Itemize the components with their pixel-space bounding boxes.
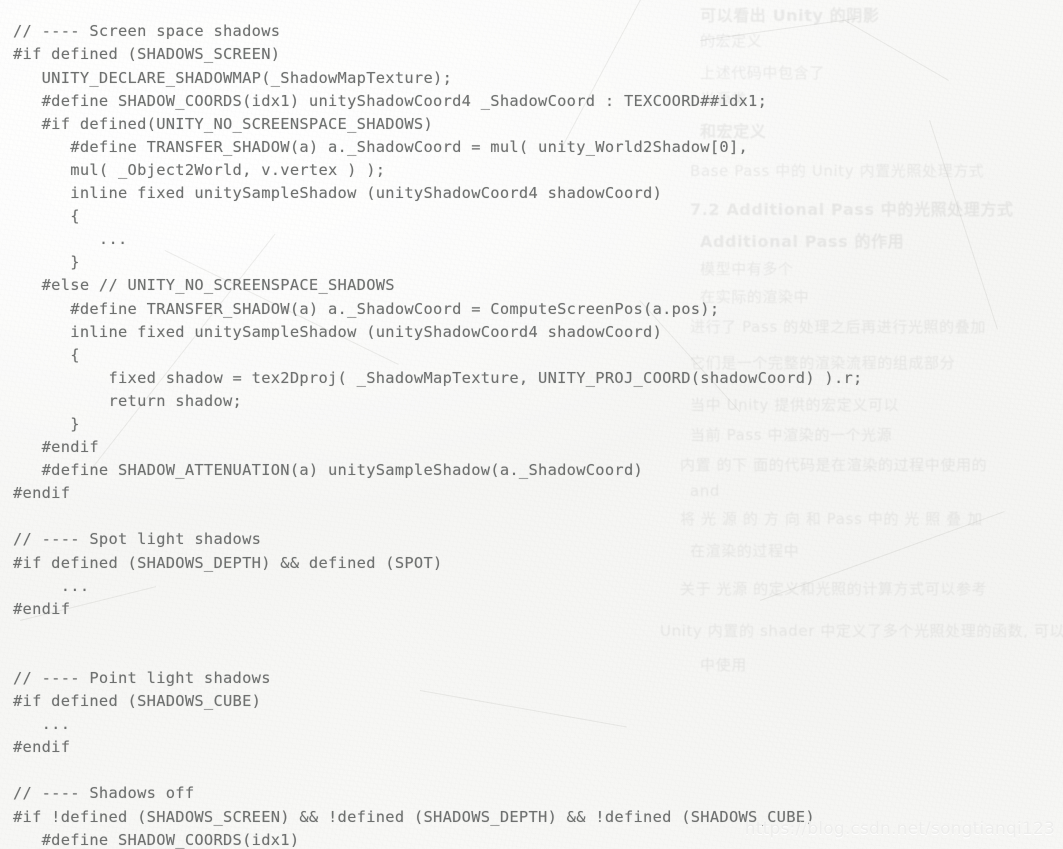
code-listing: // ---- Screen space shadows #if defined … <box>13 20 1053 849</box>
code-line: // ---- Spot light shadows <box>13 530 262 549</box>
code-line: fixed shadow = tex2Dproj( _ShadowMapText… <box>13 368 863 387</box>
code-line: #else // UNITY_NO_SCREENSPACE_SHADOWS <box>13 276 395 295</box>
code-line: #if defined (SHADOWS_DEPTH) && defined (… <box>13 553 443 572</box>
code-line: UNITY_DECLARE_SHADOWMAP(_ShadowMapTextur… <box>13 68 453 87</box>
code-line: ... <box>13 715 71 734</box>
code-line: #endif <box>13 738 71 757</box>
code-line: #define SHADOW_ATTENUATION(a) unitySampl… <box>13 461 644 480</box>
code-line: } <box>13 414 80 433</box>
code-line: #define SHADOW_COORDS(idx1) <box>13 830 300 849</box>
code-line: { <box>13 207 80 226</box>
code-line: { <box>13 345 80 364</box>
code-line: inline fixed unitySampleShadow (unitySha… <box>13 322 663 341</box>
code-line: return shadow; <box>13 391 243 410</box>
code-line: // ---- Shadows off <box>13 784 195 803</box>
code-line: #if defined (SHADOWS_SCREEN) <box>13 45 281 64</box>
code-line: #if !defined (SHADOWS_SCREEN) && !define… <box>13 807 815 826</box>
code-line: #endif <box>13 599 71 618</box>
code-line: inline fixed unitySampleShadow (unitySha… <box>13 184 663 203</box>
code-line: ... <box>13 230 128 249</box>
code-line: #define TRANSFER_SHADOW(a) a._ShadowCoor… <box>13 137 749 156</box>
code-line: ... <box>13 576 90 595</box>
scanned-page: 可以看出 Unity 的阴影 的宏定义 上述代码中包含了 光源类 和宏定义 Base Pa… <box>0 0 1063 849</box>
code-line: #if defined(UNITY_NO_SCREENSPACE_SHADOWS… <box>13 114 434 133</box>
code-line: // ---- Point light shadows <box>13 669 271 688</box>
code-line: #endif <box>13 438 99 457</box>
code-line: } <box>13 253 80 272</box>
code-line: #if defined (SHADOWS_CUBE) <box>13 692 262 711</box>
code-line: #endif <box>13 484 71 503</box>
code-line: // ---- Screen space shadows <box>13 22 281 41</box>
code-line: #define SHADOW_COORDS(idx1) unityShadowC… <box>13 91 768 110</box>
code-line: mul( _Object2World, v.vertex ) ); <box>13 160 386 179</box>
code-line: #define TRANSFER_SHADOW(a) a._ShadowCoor… <box>13 299 720 318</box>
